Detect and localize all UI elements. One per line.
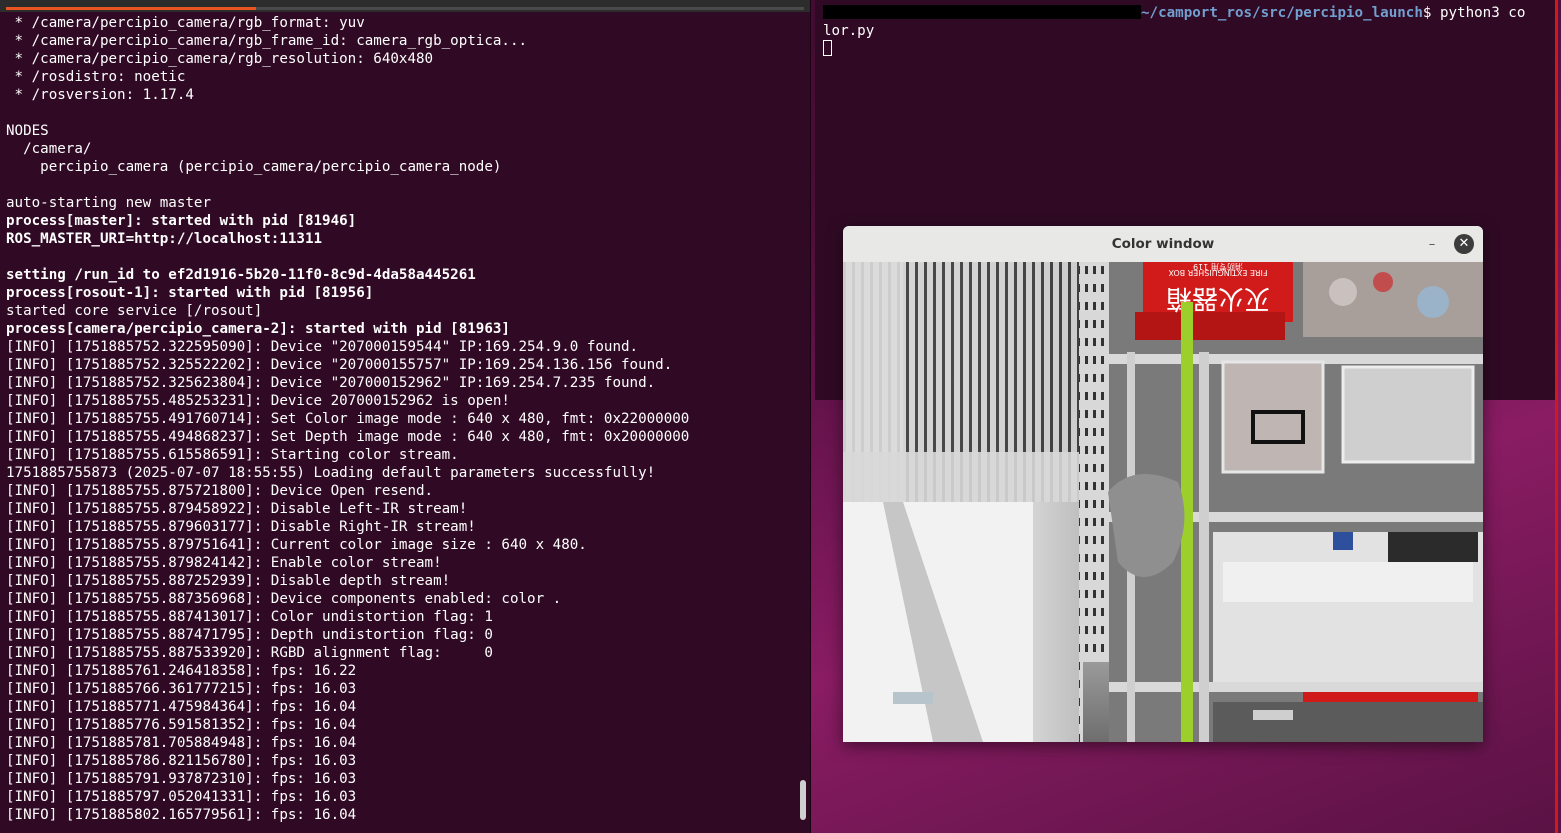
desktop: * /camera/percipio_camera/rgb_format: yu… bbox=[0, 0, 1561, 833]
terminal-line: [INFO] [1751885755.485253231]: Device 20… bbox=[6, 393, 510, 409]
close-button[interactable]: ✕ bbox=[1454, 234, 1474, 254]
terminal-line: process[rosout-1]: started with pid [819… bbox=[6, 285, 374, 301]
fire-box-label-small: 消防专用 119 bbox=[1193, 262, 1243, 272]
terminal-line: [INFO] [1751885755.887252939]: Disable d… bbox=[6, 573, 451, 589]
terminal-line: [INFO] [1751885755.887356968]: Device co… bbox=[6, 591, 562, 607]
camera-color-image: 灭火器箱 FIRE EXTINGUISHER BOX 消防专用 119 bbox=[843, 262, 1483, 742]
terminal-line: [INFO] [1751885755.879751641]: Current c… bbox=[6, 537, 587, 553]
terminal-line: percipio_camera (percipio_camera/percipi… bbox=[6, 159, 502, 175]
terminal-line: * /rosdistro: noetic bbox=[6, 69, 186, 85]
terminal-line: [INFO] [1751885797.052041331]: fps: 16.0… bbox=[6, 789, 357, 805]
command-text-line2: lor.py bbox=[823, 23, 875, 39]
terminal-cursor bbox=[823, 40, 832, 56]
terminal-line: NODES bbox=[6, 123, 49, 139]
terminal-line: setting /run_id to ef2d1916-5b20-11f0-8c… bbox=[6, 267, 476, 283]
terminal-active-tab-indicator bbox=[6, 7, 256, 10]
terminal-line: [INFO] [1751885781.705884948]: fps: 16.0… bbox=[6, 735, 357, 751]
terminal-line: [INFO] [1751885771.475984364]: fps: 16.0… bbox=[6, 699, 357, 715]
terminal-line: [INFO] [1751885802.165779561]: fps: 16.0… bbox=[6, 807, 357, 823]
terminal-line: [INFO] [1751885755.875721800]: Device Op… bbox=[6, 483, 434, 499]
terminal-line: * /camera/percipio_camera/rgb_resolution… bbox=[6, 51, 434, 67]
terminal-line: [INFO] [1751885755.879603177]: Disable R… bbox=[6, 519, 476, 535]
terminal-line: [INFO] [1751885755.615586591]: Starting … bbox=[6, 447, 459, 463]
terminal-tab-bar bbox=[0, 0, 810, 12]
camera-image-drawing: 灭火器箱 FIRE EXTINGUISHER BOX 消防专用 119 bbox=[843, 262, 1483, 742]
prompt-path: ~/camport_ros/src/percipio_launch bbox=[1141, 5, 1423, 21]
terminal-window-left[interactable]: * /camera/percipio_camera/rgb_format: yu… bbox=[0, 0, 811, 833]
terminal-line: [INFO] [1751885755.494868237]: Set Depth… bbox=[6, 429, 690, 445]
terminal-line: [INFO] [1751885752.325522202]: Device "2… bbox=[6, 357, 673, 373]
redacted-user-host bbox=[823, 5, 1141, 19]
terminal-line: [INFO] [1751885752.325623804]: Device "2… bbox=[6, 375, 656, 391]
terminal-line: auto-starting new master bbox=[6, 195, 211, 211]
terminal-line: [INFO] [1751885755.879458922]: Disable L… bbox=[6, 501, 468, 517]
command-text-line1: python3 co bbox=[1439, 5, 1526, 21]
terminal-line: * /camera/percipio_camera/rgb_frame_id: … bbox=[6, 33, 528, 49]
terminal-prompt-area: ~/camport_ros/src/percipio_launch$ pytho… bbox=[823, 4, 1525, 58]
terminal-line: [INFO] [1751885755.887413017]: Color und… bbox=[6, 609, 493, 625]
terminal-line: [INFO] [1751885791.937872310]: fps: 16.0… bbox=[6, 771, 357, 787]
prompt-symbol: $ bbox=[1422, 5, 1440, 21]
terminal-line: started core service [/rosout] bbox=[6, 303, 263, 319]
terminal-line: [INFO] [1751885766.361777215]: fps: 16.0… bbox=[6, 681, 357, 697]
terminal-line: process[master]: started with pid [81946… bbox=[6, 213, 357, 229]
terminal-line: ROS_MASTER_URI=http://localhost:11311 bbox=[6, 231, 323, 247]
terminal-output: * /camera/percipio_camera/rgb_format: yu… bbox=[6, 14, 689, 824]
terminal-tab-track bbox=[256, 7, 804, 10]
window-edge-highlight bbox=[1555, 0, 1558, 833]
terminal-scrollbar[interactable] bbox=[800, 780, 806, 820]
terminal-line: [INFO] [1751885755.879824142]: Enable co… bbox=[6, 555, 442, 571]
color-window[interactable]: Color window – ✕ 灭火器箱 FIRE EXTINGUISHER … bbox=[843, 226, 1483, 742]
terminal-line: * /rosversion: 1.17.4 bbox=[6, 87, 194, 103]
minimize-button[interactable]: – bbox=[1423, 234, 1441, 254]
color-window-title: Color window bbox=[1111, 236, 1215, 252]
color-window-titlebar[interactable]: Color window – ✕ bbox=[843, 226, 1483, 263]
terminal-line: [INFO] [1751885786.821156780]: fps: 16.0… bbox=[6, 753, 357, 769]
terminal-line: process[camera/percipio_camera-2]: start… bbox=[6, 321, 510, 337]
terminal-line: [INFO] [1751885761.246418358]: fps: 16.2… bbox=[6, 663, 357, 679]
terminal-line: [INFO] [1751885755.491760714]: Set Color… bbox=[6, 411, 690, 427]
terminal-line: [INFO] [1751885776.591581352]: fps: 16.0… bbox=[6, 717, 357, 733]
terminal-line: [INFO] [1751885755.887533920]: RGBD alig… bbox=[6, 645, 493, 661]
terminal-line: 1751885755873 (2025-07-07 18:55:55) Load… bbox=[6, 465, 656, 481]
terminal-line: /camera/ bbox=[6, 141, 92, 157]
terminal-line: * /camera/percipio_camera/rgb_format: yu… bbox=[6, 15, 365, 31]
terminal-line: [INFO] [1751885752.322595090]: Device "2… bbox=[6, 339, 639, 355]
terminal-line: [INFO] [1751885755.887471795]: Depth und… bbox=[6, 627, 493, 643]
